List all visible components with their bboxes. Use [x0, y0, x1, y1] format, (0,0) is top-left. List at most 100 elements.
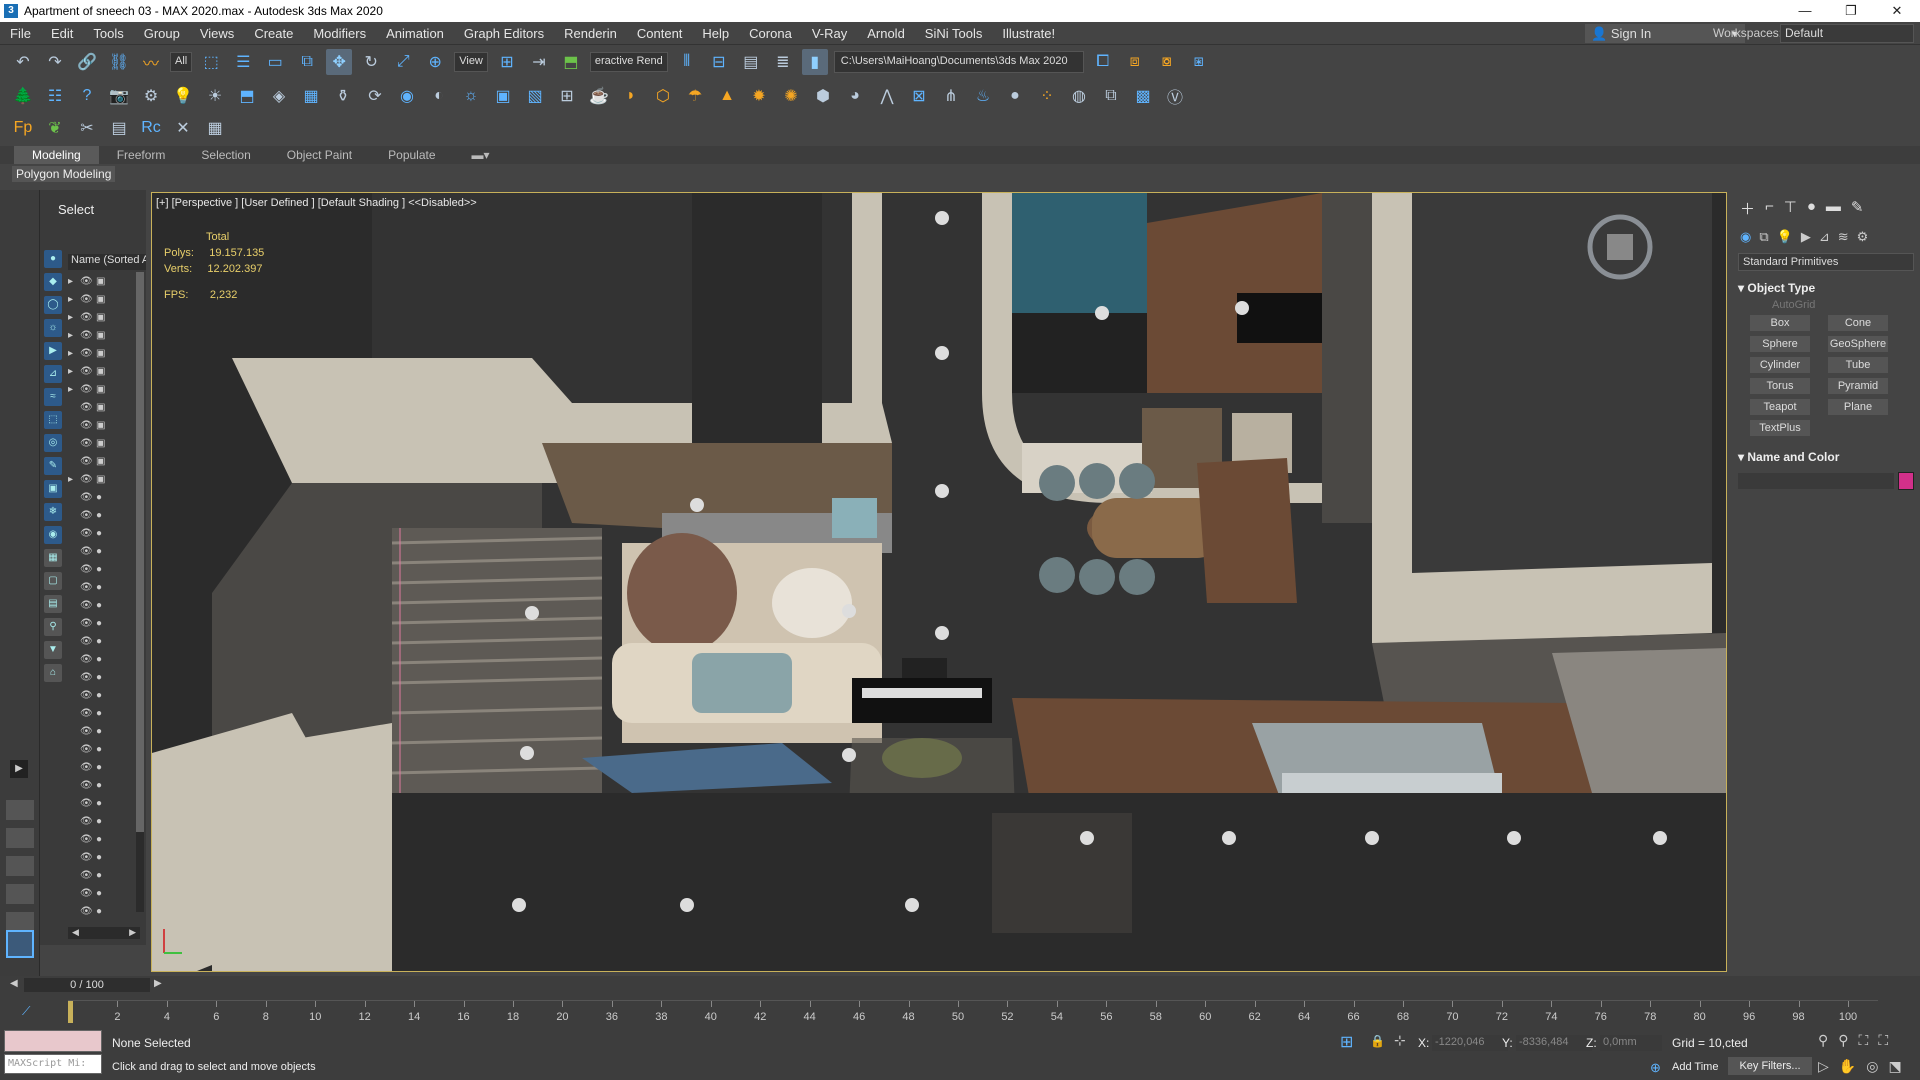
freeze-toggle-icon[interactable]: ●: [96, 816, 110, 827]
geometry-icon[interactable]: ⬒: [234, 83, 260, 109]
list-item[interactable]: 👁 ●: [68, 614, 140, 632]
dodecahedron-icon[interactable]: ⬡: [650, 83, 676, 109]
x-coordinate[interactable]: -1220,046: [1432, 1035, 1508, 1051]
add-time-tag[interactable]: Add Time: [1672, 1061, 1718, 1073]
spacewarps-category-icon[interactable]: ≋: [1838, 229, 1849, 245]
fire-icon[interactable]: ♨: [970, 83, 996, 109]
list-item[interactable]: ▸ 👁 ▣: [68, 272, 140, 290]
selection-lock-icon[interactable]: ⊞: [1340, 1032, 1353, 1052]
frame-buffer-icon[interactable]: ▩: [1130, 83, 1156, 109]
umbrella-icon[interactable]: ☂: [682, 83, 708, 109]
freeze-toggle-icon[interactable]: ●: [96, 636, 110, 647]
rendered-frame-window-icon[interactable]: ⧈: [1122, 49, 1148, 75]
pivot-center-icon[interactable]: ⊞: [494, 49, 520, 75]
time-tag-icon[interactable]: ⊕: [1650, 1060, 1661, 1076]
material-icon[interactable]: ▦: [298, 83, 324, 109]
visibility-eye-icon[interactable]: 👁: [80, 438, 96, 449]
bulb-icon[interactable]: ☼: [458, 83, 484, 109]
render-cloud-icon[interactable]: ⧆: [1186, 49, 1212, 75]
cameras-filter-icon[interactable]: ▶: [44, 342, 62, 360]
freeze-toggle-icon[interactable]: ●: [96, 582, 110, 593]
object-icon[interactable]: ⚙: [138, 83, 164, 109]
hierarchy-tab-icon[interactable]: ⊤: [1784, 198, 1797, 219]
invert-filter-icon[interactable]: ▤: [44, 595, 62, 613]
visibility-eye-icon[interactable]: 👁: [80, 852, 96, 863]
list-item[interactable]: ▸ 👁 ▣: [68, 470, 140, 488]
ribbon-options-icon[interactable]: ▬▾: [454, 146, 508, 164]
sun-light-icon[interactable]: ✹: [746, 83, 772, 109]
expand-arrow-icon[interactable]: ▸: [68, 330, 80, 341]
utilities-tab-icon[interactable]: ✎: [1851, 198, 1864, 219]
object-color-swatch[interactable]: [1898, 472, 1914, 490]
hidden-filter-icon[interactable]: ◉: [44, 526, 62, 544]
freeze-toggle-icon[interactable]: ●: [96, 870, 110, 881]
visibility-eye-icon[interactable]: 👁: [80, 528, 96, 539]
visibility-eye-icon[interactable]: 👁: [80, 384, 96, 395]
freeze-toggle-icon[interactable]: ●: [96, 528, 110, 539]
list-item[interactable]: 👁 ●: [68, 578, 140, 596]
visibility-eye-icon[interactable]: 👁: [80, 654, 96, 665]
freeze-toggle-icon[interactable]: ●: [96, 510, 110, 521]
object-name-field[interactable]: [1738, 473, 1895, 489]
sun-icon[interactable]: ☀: [202, 83, 228, 109]
list-item[interactable]: ▸ 👁 ▣: [68, 344, 140, 362]
find-icon[interactable]: ⚲: [44, 618, 62, 636]
funnel-icon[interactable]: ▼: [44, 641, 62, 659]
field-of-view-icon[interactable]: ▷: [1818, 1058, 1829, 1075]
list-icon[interactable]: ☷: [42, 83, 68, 109]
align-icon[interactable]: ⊟: [706, 49, 732, 75]
polygon-modeling-label[interactable]: Polygon Modeling: [12, 166, 116, 182]
helpers-category-icon[interactable]: ⊿: [1819, 229, 1830, 245]
tools-icon[interactable]: ✂: [74, 115, 100, 141]
unlink-icon[interactable]: ⛓: [106, 49, 132, 75]
redo-icon[interactable]: ↷: [42, 49, 68, 75]
helpers-filter-icon[interactable]: ⊿: [44, 365, 62, 383]
pan-icon[interactable]: ✋: [1839, 1058, 1856, 1075]
freeze-toggle-icon[interactable]: ▣: [96, 402, 110, 413]
sphere-icon[interactable]: ◉: [394, 83, 420, 109]
layer-explorer-icon[interactable]: ≣: [770, 49, 796, 75]
light-icon[interactable]: 💡: [170, 83, 196, 109]
list-item[interactable]: 👁 ●: [68, 884, 140, 902]
lights-category-icon[interactable]: 💡: [1777, 229, 1793, 245]
zoom-extents-icon[interactable]: ⛶: [1859, 1032, 1869, 1049]
menu-group[interactable]: Group: [134, 26, 190, 41]
pyramid-button[interactable]: Pyramid: [1828, 378, 1888, 394]
link-icon[interactable]: 🔗: [74, 49, 100, 75]
menu-tools[interactable]: Tools: [83, 26, 133, 41]
freeze-toggle-icon[interactable]: ●: [96, 726, 110, 737]
box-button[interactable]: Box: [1750, 315, 1810, 331]
visibility-eye-icon[interactable]: 👁: [80, 564, 96, 575]
minimize-button[interactable]: —: [1782, 0, 1828, 22]
viewport-layout-icon[interactable]: [6, 800, 34, 950]
vray-icon[interactable]: Ⓥ: [1162, 83, 1188, 109]
freeze-toggle-icon[interactable]: ●: [96, 672, 110, 683]
cone-button[interactable]: Cone: [1828, 315, 1888, 331]
selection-filter-select[interactable]: All: [170, 52, 193, 72]
frame-counter[interactable]: 0 / 100: [24, 978, 150, 992]
folder-icon[interactable]: ⌂: [44, 664, 62, 682]
freeze-toggle-icon[interactable]: ▣: [96, 276, 110, 287]
freeze-toggle-icon[interactable]: ●: [96, 780, 110, 791]
railclone-icon[interactable]: Rc: [138, 115, 164, 141]
frame-icon[interactable]: ▣: [490, 83, 516, 109]
visibility-eye-icon[interactable]: 👁: [80, 708, 96, 719]
interactive-render-label[interactable]: eractive Rend: [589, 52, 668, 72]
list-item[interactable]: 👁 ●: [68, 506, 140, 524]
menu-create[interactable]: Create: [244, 26, 303, 41]
lights-filter-icon[interactable]: ☼: [44, 319, 62, 337]
freeze-toggle-icon[interactable]: ●: [96, 546, 110, 557]
cylinder-button[interactable]: Cylinder: [1750, 357, 1810, 373]
material-editor-icon[interactable]: ◍: [1066, 83, 1092, 109]
list-item[interactable]: ▸ 👁 ▣: [68, 290, 140, 308]
freeze-toggle-icon[interactable]: ▣: [96, 438, 110, 449]
name-column-header[interactable]: Name (Sorted A: [68, 254, 146, 270]
expand-arrow-icon[interactable]: ▸: [68, 276, 80, 287]
visibility-eye-icon[interactable]: 👁: [80, 762, 96, 773]
select-and-place-icon[interactable]: ⊕: [422, 49, 448, 75]
horizontal-scrollbar[interactable]: ◀ ▶: [68, 927, 140, 939]
render-production-icon[interactable]: ⧇: [1154, 49, 1180, 75]
undo-icon[interactable]: ↶: [10, 49, 36, 75]
expand-arrow-icon[interactable]: ▸: [68, 366, 80, 377]
freeze-toggle-icon[interactable]: ●: [96, 708, 110, 719]
